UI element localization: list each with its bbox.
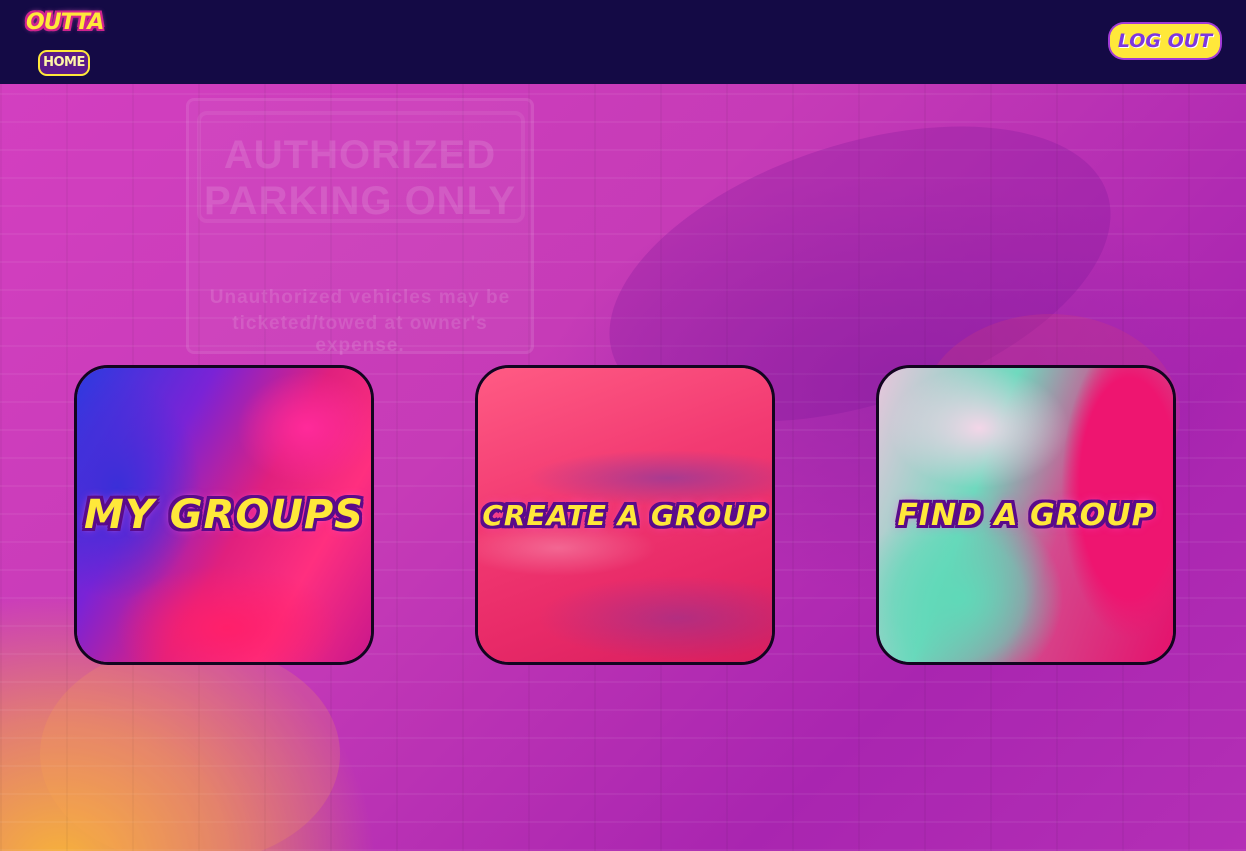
create-group-card[interactable]: CREATE A GROUP	[475, 365, 775, 665]
sign-subtext-line-2: ticketed/towed at owner's expense.	[232, 313, 488, 356]
create-group-label: CREATE A GROUP	[482, 498, 768, 532]
sign-heading-line-2: PARKING ONLY	[203, 179, 517, 223]
logo-home-text: HOME	[38, 50, 90, 76]
find-group-label: FIND A GROUP	[897, 497, 1155, 533]
logout-button[interactable]: LOG OUT	[1110, 24, 1220, 58]
logo-outta-text: OUTTA	[26, 10, 104, 35]
top-nav-bar: OUTTA HOME LOG OUT	[0, 0, 1246, 84]
graffiti-shape	[40, 644, 340, 851]
outta-home-logo[interactable]: OUTTA HOME	[26, 6, 104, 78]
my-groups-card[interactable]: MY GROUPS	[74, 365, 374, 665]
sign-subtext-line-1: Unauthorized vehicles may be	[209, 287, 511, 308]
find-group-card[interactable]: FIND A GROUP	[876, 365, 1176, 665]
my-groups-label: MY GROUPS	[84, 492, 364, 538]
parking-sign: AUTHORIZED PARKING ONLY Unauthorized veh…	[186, 98, 534, 356]
sign-heading-line-1: AUTHORIZED	[223, 133, 497, 177]
